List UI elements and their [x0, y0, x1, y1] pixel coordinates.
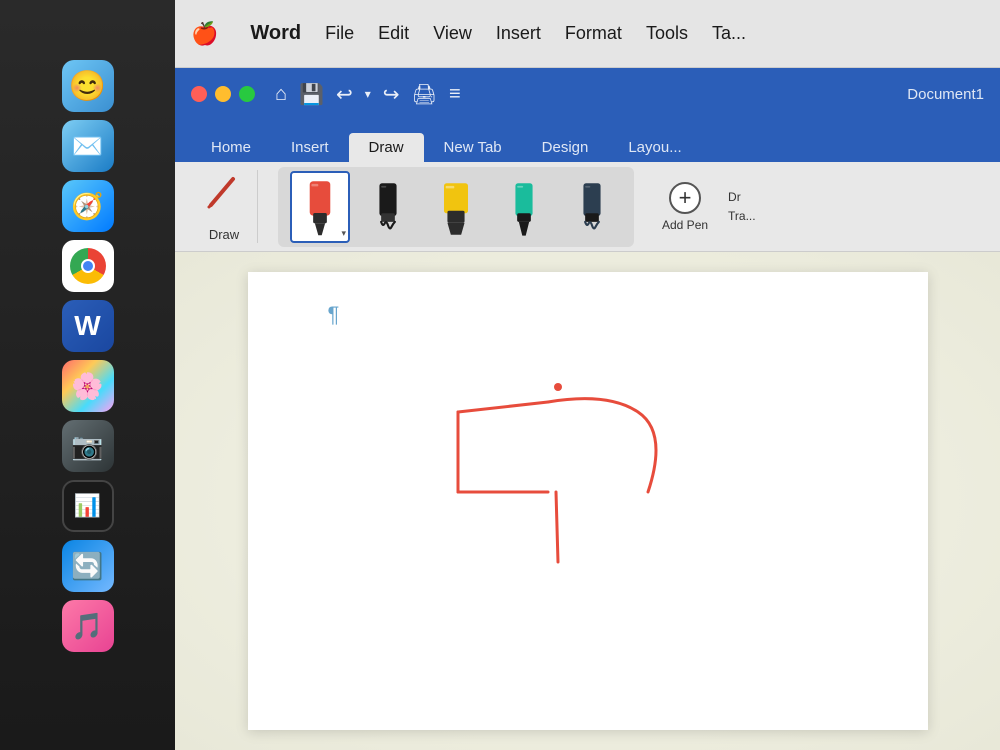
tab-design[interactable]: Design	[522, 133, 609, 162]
more-icon[interactable]: ≡	[449, 83, 461, 106]
draw-tra-section: Dr Tra...	[728, 189, 756, 225]
main-content: 🍎 Word File Edit View Insert Format Tool…	[175, 0, 1000, 750]
draw-tool-section[interactable]: Draw	[191, 170, 258, 243]
dock-item-music[interactable]: 🎵	[62, 600, 114, 652]
home-icon[interactable]: ⌂	[275, 83, 287, 106]
maximize-button[interactable]	[239, 86, 255, 102]
tab-draw[interactable]: Draw	[349, 133, 424, 162]
dock-item-activity[interactable]: 📊	[62, 480, 114, 532]
tab-newtab[interactable]: New Tab	[424, 133, 522, 162]
pen-tools-container: ▾	[278, 167, 634, 247]
pen-tool-5[interactable]	[562, 171, 622, 243]
draw-label: Draw	[209, 227, 239, 242]
close-button[interactable]	[191, 86, 207, 102]
undo-dropdown-icon[interactable]: ▾	[365, 87, 371, 101]
menu-insert[interactable]: Insert	[496, 23, 541, 44]
toolbar-icons: ⌂ 💾 ↩ ▾ ↪ 🖨 ≡	[275, 82, 461, 107]
pen-tool-2[interactable]	[358, 171, 418, 243]
pen-tool-4[interactable]	[494, 171, 554, 243]
tab-layout[interactable]: Layou...	[608, 133, 701, 162]
mac-dock: 😊 ✉️ 🧭 W 🌸 📷 📊 🔄 🎵	[0, 0, 175, 750]
dock-item-migration[interactable]: 🔄	[62, 540, 114, 592]
redo-icon[interactable]: ↪	[383, 82, 400, 107]
menu-file[interactable]: File	[325, 23, 354, 44]
tab-insert[interactable]: Insert	[271, 133, 349, 162]
menu-edit[interactable]: Edit	[378, 23, 409, 44]
dock-item-mail[interactable]: ✉️	[62, 120, 114, 172]
menu-table[interactable]: Ta...	[712, 23, 746, 44]
dock-item-finder[interactable]: 😊	[62, 60, 114, 112]
menu-view[interactable]: View	[433, 23, 472, 44]
title-bar: ⌂ 💾 ↩ ▾ ↪ 🖨 ≡ Document1	[175, 68, 1000, 120]
apple-menu[interactable]: 🍎	[191, 21, 218, 47]
print-icon[interactable]: 🖨	[412, 82, 437, 107]
dock-item-safari[interactable]: 🧭	[62, 180, 114, 232]
menu-word[interactable]: Word	[250, 22, 301, 45]
drawing-canvas	[248, 272, 928, 730]
save-icon[interactable]: 💾	[299, 82, 324, 107]
dock-item-image-capture[interactable]: 📷	[62, 420, 114, 472]
ribbon-toolbar: Draw ▾	[175, 162, 1000, 252]
menu-format[interactable]: Format	[565, 23, 622, 44]
add-pen-icon: +	[669, 182, 701, 214]
tab-home[interactable]: Home	[191, 133, 271, 162]
add-pen-label: Add Pen	[662, 218, 708, 232]
window-controls	[191, 86, 255, 102]
document-title: Document1	[907, 86, 984, 103]
minimize-button[interactable]	[215, 86, 231, 102]
dr-label: Dr	[728, 189, 756, 206]
menu-tools[interactable]: Tools	[646, 23, 688, 44]
dock-item-word[interactable]: W	[62, 300, 114, 352]
pen-tool-3[interactable]	[426, 171, 486, 243]
tra-label: Tra...	[728, 208, 756, 225]
dock-item-photos[interactable]: 🌸	[62, 360, 114, 412]
menu-bar: 🍎 Word File Edit View Insert Format Tool…	[175, 0, 1000, 68]
dock-item-chrome[interactable]	[62, 240, 114, 292]
draw-pencil-icon	[203, 171, 245, 223]
ribbon-tabs: Home Insert Draw New Tab Design Layou...	[175, 120, 1000, 162]
document-area[interactable]: ¶	[175, 252, 1000, 750]
undo-icon[interactable]: ↩	[336, 82, 353, 107]
pen1-dropdown[interactable]: ▾	[341, 228, 346, 239]
pen-tool-1[interactable]: ▾	[290, 171, 350, 243]
word-window: ⌂ 💾 ↩ ▾ ↪ 🖨 ≡ Document1 Home Insert Draw…	[175, 68, 1000, 750]
document-page[interactable]: ¶	[248, 272, 928, 730]
add-pen-button[interactable]: + Add Pen	[654, 178, 716, 236]
